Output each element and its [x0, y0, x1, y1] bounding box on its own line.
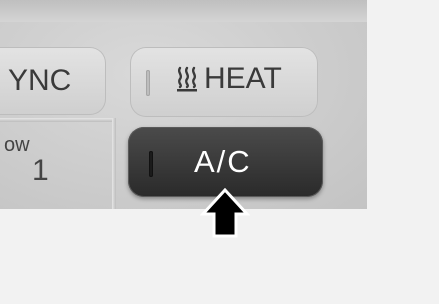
sync-button[interactable]: YNC — [0, 47, 106, 115]
fan-speed-label: ow — [4, 134, 30, 156]
ac-indicator-light — [149, 151, 153, 177]
heat-icon — [177, 66, 197, 92]
heat-button[interactable]: HEAT — [130, 47, 318, 117]
arrow-up-icon — [200, 188, 250, 238]
heat-indicator-light — [146, 70, 150, 96]
fan-speed-value: 1 — [32, 154, 49, 187]
heat-button-label: HEAT — [204, 62, 282, 95]
ac-button[interactable]: A/C — [128, 127, 323, 197]
sync-button-label: YNC — [8, 64, 72, 97]
control-panel-photo: YNC HEAT ow 1 A/C — [0, 0, 367, 209]
panel-divider-vertical — [112, 118, 116, 209]
ac-button-label: A/C — [194, 144, 252, 179]
panel-divider-horizontal — [0, 118, 112, 122]
heat-button-content: HEAT — [176, 62, 282, 96]
